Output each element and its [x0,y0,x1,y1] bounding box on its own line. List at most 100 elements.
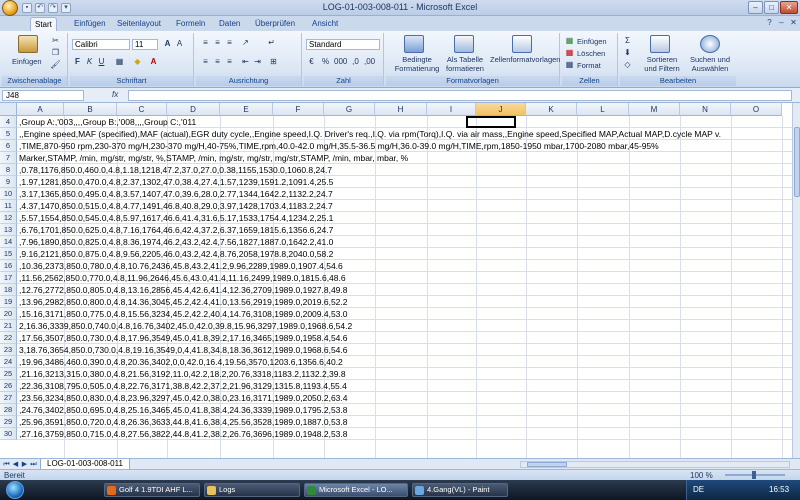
maximize-button[interactable]: □ [764,1,779,14]
paste-button[interactable]: Einfügen [12,57,42,66]
cell-a-text[interactable]: ,10.36,2373,850.0,780.0,4.8,10.76,2436,4… [19,260,343,272]
decrease-decimal-icon[interactable]: ,00 [364,57,375,67]
cell-a-text[interactable]: ,12.76,2772,850.0,805.0,4.8,13.16,2856,4… [19,284,348,296]
table-row[interactable]: ,22.36,3108,795.0,505.0,4.8,22.76,3171,3… [17,380,792,392]
column-header-e[interactable]: E [220,103,273,116]
column-header-k[interactable]: K [526,103,577,116]
row-header[interactable]: 23 [0,344,17,356]
task-logs-folder[interactable]: Logs [204,483,300,497]
number-format-box[interactable]: Standard [306,39,380,50]
cell-a-text[interactable]: ,17.56,3507,850.0,730.0,4.8,17.96,3549,4… [19,332,348,344]
clear-icon[interactable]: ◇ [622,60,633,70]
cell-a-text[interactable]: ,27.16,3759,850.0,715.0,4.8,27.56,3822,4… [19,428,348,440]
increase-decimal-icon[interactable]: ,0 [350,57,361,67]
start-button[interactable] [6,481,24,499]
format-cells-icon[interactable]: ▦ [564,60,575,70]
help-icon[interactable]: ? [764,18,775,29]
thousands-icon[interactable]: 000 [334,57,347,67]
align-right-icon[interactable]: ≡ [224,57,235,67]
bold-icon[interactable]: F [72,57,83,67]
first-sheet-icon[interactable]: ⏮ [2,460,11,469]
table-row[interactable]: ,11.56,2562,850.0,770.0,4.8,11.96,2646,4… [17,272,792,284]
cell-a-text[interactable]: ,1.97,1281,850.0,470.0,4.8,2.37,1302,47.… [19,176,333,188]
row-header[interactable]: 13 [0,224,17,236]
decrease-indent-icon[interactable]: ⇤ [240,57,251,67]
horizontal-scroll-thumb[interactable] [527,462,567,467]
align-top-icon[interactable]: ≡ [200,38,211,48]
row-header[interactable]: 29 [0,416,17,428]
format-as-table-button[interactable]: Als Tabelle formatieren [442,55,488,73]
column-header-h[interactable]: H [375,103,427,116]
cell-a-text[interactable]: ,TIME,870-950 rpm,230-370 mg/H,230-370 m… [19,140,659,152]
fill-icon[interactable]: ⬇ [622,48,633,58]
table-row[interactable]: ,6.76,1701,850.0,625.0,4.8,7.16,1764,46.… [17,224,792,236]
row-header[interactable]: 9 [0,176,17,188]
table-row[interactable]: ,,Engine speed,MAF (specified),MAF (actu… [17,128,792,140]
vertical-scroll-thumb[interactable] [794,127,800,197]
tab-start[interactable]: Start [30,17,57,31]
cell-a-text[interactable]: ,24.76,3402,850.0,695.0,4.8,25.16,3465,4… [19,404,348,416]
row-header[interactable]: 20 [0,308,17,320]
row-header[interactable]: 15 [0,248,17,260]
find-select-button[interactable]: Suchen und Auswählen [686,55,734,73]
cell-a-text[interactable]: ,13.96,2982,850.0,800.0,4.8,14.36,3045,4… [19,296,348,308]
format-painter-icon[interactable]: 🖌 [50,60,61,70]
table-row[interactable]: ,17.56,3507,850.0,730.0,4.8,17.96,3549,4… [17,332,792,344]
column-header-f[interactable]: F [273,103,324,116]
row-header[interactable]: 17 [0,272,17,284]
grow-font-icon[interactable]: A [162,39,173,49]
percent-icon[interactable]: % [320,57,331,67]
name-box[interactable]: J48 [2,90,84,101]
cell-styles-button[interactable]: Zellenformatvorlagen [490,55,560,64]
table-row[interactable]: ,1.97,1281,850.0,470.0,4.8,2.37,1302,47.… [17,176,792,188]
conditional-format-button[interactable]: Bedingte Formatierung [392,55,442,73]
cell-a-text[interactable]: ,0.78,1176,850.0,460.0,4.8,1.18,1218,47.… [19,164,332,176]
cell-a-text[interactable]: Marker,STAMP, /min, mg/str, mg/str, %,ST… [19,152,408,164]
zoom-level[interactable]: 100 % [690,471,713,480]
italic-icon[interactable]: K [84,57,95,67]
row-header[interactable]: 30 [0,428,17,440]
insert-cells-button[interactable]: Einfügen [577,37,607,46]
row-header[interactable]: 10 [0,188,17,200]
borders-icon[interactable]: ▦ [114,57,125,67]
table-row[interactable]: ,4.37,1470,850.0,515.0,4.8,4.77,1491,46.… [17,200,792,212]
row-header[interactable]: 8 [0,164,17,176]
find-select-icon[interactable] [700,35,720,53]
align-middle-icon[interactable]: ≡ [212,38,223,48]
tab-view[interactable]: Ansicht [308,17,342,31]
wrap-text-icon[interactable]: ↵ [266,38,277,48]
table-row[interactable]: ,12.76,2772,850.0,805.0,4.8,13.16,2856,4… [17,284,792,296]
row-header[interactable]: 24 [0,356,17,368]
row-header[interactable]: 27 [0,392,17,404]
column-header-c[interactable]: C [117,103,167,116]
row-header[interactable]: 28 [0,404,17,416]
next-sheet-icon[interactable]: ▶ [20,460,29,469]
tab-review[interactable]: Überprüfen [251,17,299,31]
table-row[interactable]: ,15.16,3171,850.0,775.0,4.8,15.56,3234,4… [17,308,792,320]
table-row[interactable]: ,TIME,870-950 rpm,230-370 mg/H,230-370 m… [17,140,792,152]
table-row[interactable]: ,9.16,2121,850.0,875.0,4.8,9.56,2205,46.… [17,248,792,260]
tab-formulas[interactable]: Formeln [172,17,209,31]
vertical-scrollbar[interactable] [792,103,800,458]
insert-cells-icon[interactable]: ▦ [564,36,575,46]
sort-filter-icon[interactable] [650,35,670,53]
column-header-d[interactable]: D [167,103,220,116]
row-header[interactable]: 6 [0,140,17,152]
row-header[interactable]: 21 [0,320,17,332]
align-center-icon[interactable]: ≡ [212,57,223,67]
table-row[interactable]: ,19.96,3486,460.0,390.0,4.8,20.36,3402,0… [17,356,792,368]
table-row[interactable]: ,0.78,1176,850.0,460.0,4.8,1.18,1218,47.… [17,164,792,176]
cell-a-text[interactable]: ,25.96,3591,850.0,720.0,4.8,26.36,3633,4… [19,416,348,428]
conditional-format-icon[interactable] [404,35,424,53]
align-left-icon[interactable]: ≡ [200,57,211,67]
row-header[interactable]: 18 [0,284,17,296]
delete-cells-icon[interactable]: ▦ [564,48,575,58]
tab-insert[interactable]: Einfügen [70,17,110,31]
table-row[interactable]: Marker,STAMP, /min, mg/str, mg/str, %,ST… [17,152,792,164]
cell-a-text[interactable]: ,,Engine speed,MAF (specified),MAF (actu… [19,128,721,140]
autosum-icon[interactable]: Σ [622,36,633,46]
table-row[interactable]: ,13.96,2982,850.0,800.0,4.8,14.36,3045,4… [17,296,792,308]
table-row[interactable]: ,21.16,3213,315.0,380.0,4.8,21.56,3192,1… [17,368,792,380]
cell-a-text[interactable]: ,7.96,1890,850.0,825.0,4.8,8.36,1974,46.… [19,236,333,248]
table-row[interactable]: 3,18.76,3654,850.0,730.0,4.8,19.16,3549,… [17,344,792,356]
